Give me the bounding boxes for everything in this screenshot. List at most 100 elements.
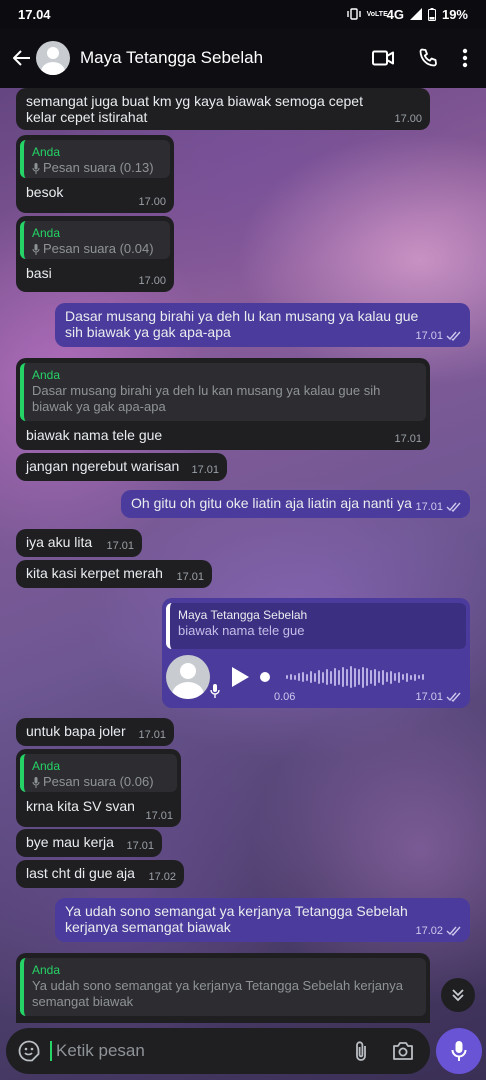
- message-outgoing-voice[interactable]: Maya Tetangga Sebelah biawak nama tele g…: [162, 598, 470, 708]
- quote-text: biawak nama tele gue: [178, 623, 305, 638]
- message-time: 17.00: [138, 196, 166, 208]
- waveform-bar: [354, 667, 356, 687]
- sticker-icon[interactable]: [18, 1040, 40, 1062]
- vibrate-icon: [346, 8, 361, 20]
- message-time-wrap: 17.01: [415, 689, 462, 705]
- message-incoming-reply[interactable]: Anda Pesan suara (0.04) basi 17.00: [16, 216, 174, 292]
- waveform[interactable]: [286, 662, 424, 692]
- phone-icon[interactable]: [418, 48, 438, 68]
- waveform-bar: [366, 668, 368, 686]
- waveform-bar: [394, 673, 396, 681]
- voice-record-button[interactable]: [436, 1028, 482, 1074]
- waveform-bar: [294, 674, 296, 680]
- waveform-bar: [418, 675, 420, 679]
- scroll-to-bottom-button[interactable]: [441, 978, 475, 1012]
- waveform-bar: [358, 669, 360, 685]
- mic-icon: [32, 776, 40, 792]
- quoted-message[interactable]: Anda Ya udah sono semangat ya kerjanya T…: [20, 958, 426, 1016]
- waveform-bar: [410, 674, 412, 680]
- message-incoming-reply[interactable]: Anda Pesan suara (0.13) besok 17.00: [16, 135, 174, 213]
- waveform-bar: [330, 670, 332, 684]
- contact-name[interactable]: Maya Tetangga Sebelah: [80, 48, 372, 68]
- waveform-bar: [338, 669, 340, 685]
- message-incoming[interactable]: semangat juga buat km yg kaya biawak sem…: [16, 88, 430, 130]
- waveform-bar: [326, 669, 328, 685]
- double-check-icon: [446, 692, 461, 702]
- waveform-bar: [298, 673, 300, 681]
- message-incoming[interactable]: untuk bapa joler 17.01: [16, 718, 174, 746]
- battery-icon: [427, 7, 436, 21]
- quote-author: Anda: [32, 963, 61, 977]
- quote-text: Pesan suara (0.06): [43, 774, 154, 789]
- message-incoming[interactable]: iya aku lita 17.01: [16, 529, 142, 557]
- quoted-message[interactable]: Anda Pesan suara (0.13): [20, 140, 170, 178]
- camera-icon[interactable]: [392, 1042, 414, 1060]
- waveform-bar: [386, 672, 388, 682]
- paperclip-icon[interactable]: [354, 1040, 368, 1062]
- waveform-bar: [314, 672, 316, 682]
- waveform-bar: [382, 669, 384, 685]
- more-vertical-icon[interactable]: [462, 48, 468, 68]
- waveform-bar: [346, 668, 348, 686]
- waveform-bar: [362, 666, 364, 688]
- quote-author: Anda: [32, 145, 61, 159]
- quote-author: Maya Tetangga Sebelah: [178, 608, 308, 622]
- voice-duration: 0.06: [274, 691, 296, 703]
- message-incoming-reply[interactable]: Anda Ya udah sono semangat ya kerjanya T…: [16, 953, 430, 1023]
- message-input-container[interactable]: Ketik pesan: [6, 1028, 430, 1074]
- seek-handle[interactable]: [260, 672, 270, 682]
- video-camera-icon[interactable]: [372, 50, 394, 66]
- arrow-left-icon[interactable]: [8, 38, 36, 78]
- network-type: 4G: [386, 6, 404, 22]
- message-time-wrap: 17.01: [415, 328, 462, 344]
- message-text: Ya udah sono semangat ya kerjanya Tetang…: [65, 903, 408, 935]
- quote-text: Dasar musang birahi ya deh lu kan musang…: [32, 383, 381, 414]
- quoted-message[interactable]: Maya Tetangga Sebelah biawak nama tele g…: [166, 603, 466, 649]
- message-text: biawak nama tele gue: [26, 427, 163, 443]
- message-outgoing[interactable]: Oh gitu oh gitu oke liatin aja liatin aj…: [121, 490, 470, 518]
- microphone-icon: [451, 1041, 467, 1061]
- message-time: 17.01: [138, 729, 166, 741]
- mic-icon: [32, 243, 40, 259]
- sender-avatar: [166, 655, 210, 699]
- waveform-bar: [306, 673, 308, 681]
- play-icon[interactable]: [230, 666, 250, 688]
- message-incoming[interactable]: jangan ngerebut warisan 17.01: [16, 453, 227, 481]
- double-check-icon: [446, 502, 461, 512]
- waveform-bar: [290, 674, 292, 680]
- message-time: 17.01: [191, 464, 219, 476]
- message-incoming[interactable]: bye mau kerja 17.01: [16, 829, 162, 857]
- message-incoming-reply[interactable]: Anda Dasar musang birahi ya deh lu kan m…: [16, 358, 430, 450]
- quote-text: Pesan suara (0.13): [43, 160, 154, 175]
- waveform-bar: [334, 668, 336, 686]
- waveform-bar: [286, 675, 288, 679]
- waveform-bar: [414, 673, 416, 681]
- message-time: 17.01: [106, 540, 134, 552]
- quoted-message[interactable]: Anda Pesan suara (0.04): [20, 221, 170, 259]
- quote-text: Ya udah sono semangat ya kerjanya Tetang…: [32, 978, 404, 1009]
- message-incoming[interactable]: kita kasi kerpet merah 17.01: [16, 560, 212, 588]
- contact-avatar[interactable]: [36, 41, 70, 75]
- message-time: 17.00: [138, 275, 166, 287]
- waveform-bar: [378, 671, 380, 683]
- double-check-icon: [446, 926, 461, 936]
- signal-icon: [409, 8, 422, 20]
- message-incoming[interactable]: last cht di gue aja 17.02: [16, 860, 184, 888]
- waveform-bar: [310, 671, 312, 683]
- message-input[interactable]: Ketik pesan: [50, 1041, 354, 1061]
- waveform-bar: [370, 670, 372, 684]
- volte-icon: VoLTE: [366, 10, 388, 18]
- composer-bar: Ketik pesan: [0, 1020, 486, 1080]
- message-outgoing[interactable]: Dasar musang birahi ya deh lu kan musang…: [55, 303, 470, 347]
- quoted-message[interactable]: Anda Dasar musang birahi ya deh lu kan m…: [20, 363, 426, 421]
- message-time: 17.01: [176, 571, 204, 583]
- message-time-wrap: 17.01: [415, 499, 462, 515]
- waveform-bar: [302, 672, 304, 682]
- waveform-bar: [342, 667, 344, 687]
- quote-author: Anda: [32, 759, 61, 773]
- message-time: 17.01: [415, 501, 443, 513]
- message-outgoing[interactable]: Ya udah sono semangat ya kerjanya Tetang…: [55, 898, 470, 942]
- waveform-bar: [422, 674, 424, 680]
- quoted-message[interactable]: Anda Pesan suara (0.06): [20, 754, 177, 792]
- message-incoming-reply[interactable]: Anda Pesan suara (0.06) krna kita SV sva…: [16, 749, 181, 827]
